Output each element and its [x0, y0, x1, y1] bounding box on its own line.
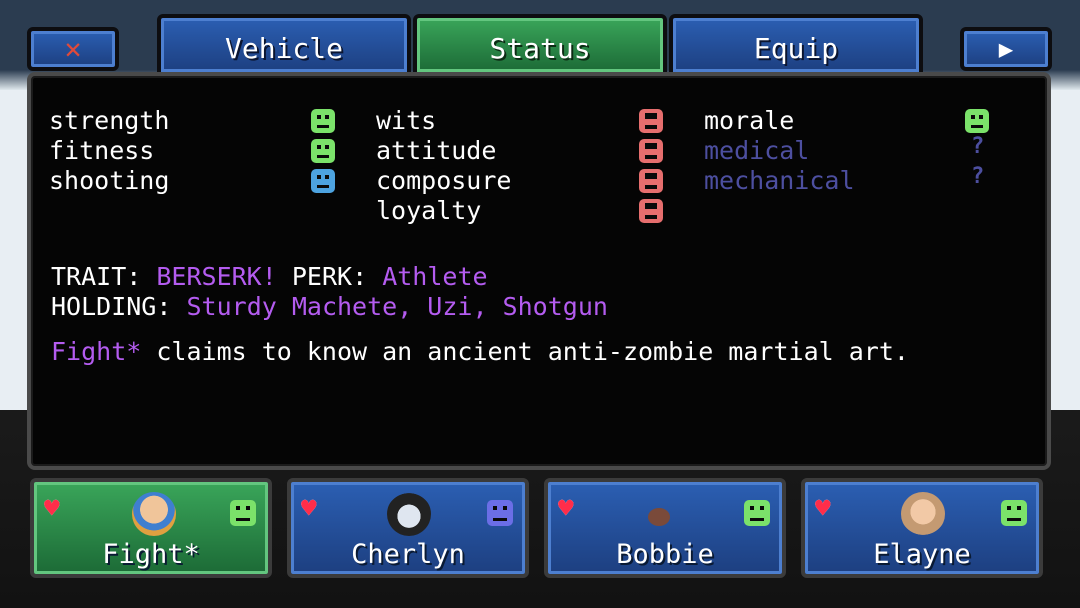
sad-face-icon: [639, 199, 663, 223]
bio-line: Fight* claims to know an ancient anti-zo…: [51, 337, 909, 366]
stat-attitude: attitude: [376, 136, 497, 165]
party-name: Elayne: [873, 539, 971, 570]
stat-column-3: morale medical mechanical: [704, 106, 855, 196]
avatar: [901, 492, 945, 536]
heart-icon: ♥: [44, 494, 60, 524]
happy-face-icon: [1001, 500, 1027, 526]
avatar: [387, 492, 431, 536]
perk-label: PERK:: [291, 262, 368, 291]
tab-vehicle[interactable]: Vehicle: [157, 14, 411, 76]
bio-name: Fight*: [51, 337, 142, 366]
happy-face-icon: [744, 500, 770, 526]
stat-column-1: strength fitness shooting: [49, 106, 169, 196]
party-name: Bobbie: [616, 539, 714, 570]
happy-face-icon: [230, 500, 256, 526]
stat-loyalty: loyalty: [376, 196, 482, 225]
trait-line: TRAIT: BERSERK! PERK: Athlete: [51, 262, 488, 291]
party-card-fight[interactable]: ♥ Fight*: [30, 478, 272, 578]
sad-face-icon: [639, 109, 663, 133]
party-card-elayne[interactable]: ♥ Elayne: [801, 478, 1043, 578]
unknown-question-icon: ?: [971, 164, 985, 189]
party-name: Fight*: [102, 539, 200, 570]
stat-strength: strength: [49, 106, 170, 135]
avatar: [132, 492, 176, 536]
trait-label: TRAIT:: [51, 262, 142, 291]
heart-icon: ♥: [301, 494, 317, 524]
trait-value: BERSERK!: [156, 262, 277, 291]
holding-line: HOLDING: Sturdy Machete, Uzi, Shotgun: [51, 292, 608, 321]
holding-value: Sturdy Machete, Uzi, Shotgun: [186, 292, 608, 321]
sad-face-icon: [639, 139, 663, 163]
avatar: [648, 508, 670, 526]
heart-icon: ♥: [815, 494, 831, 524]
tab-status[interactable]: Status: [413, 14, 667, 76]
sad-face-icon: [639, 169, 663, 193]
holding-label: HOLDING:: [51, 292, 172, 321]
happy-face-icon: [965, 109, 989, 133]
unknown-question-icon: ?: [971, 134, 985, 159]
bio-text: claims to know an ancient anti-zombie ma…: [141, 337, 909, 366]
happy-face-icon: [311, 109, 335, 133]
party-card-bobbie[interactable]: ♥ Bobbie: [544, 478, 786, 578]
happy-face-icon: [311, 139, 335, 163]
stat-wits: wits: [376, 106, 437, 135]
stat-composure: composure: [376, 166, 512, 195]
play-arrow-icon: ▶: [998, 35, 1014, 63]
stat-mechanical: mechanical: [704, 166, 855, 195]
neutral-face-icon: [311, 169, 335, 193]
close-icon: ✕: [64, 32, 82, 65]
party-name: Cherlyn: [351, 539, 465, 570]
stat-shooting: shooting: [49, 166, 170, 195]
stat-fitness: fitness: [49, 136, 155, 165]
party-card-cherlyn[interactable]: ♥ Cherlyn: [287, 478, 529, 578]
next-button[interactable]: ▶: [960, 27, 1052, 71]
perk-value: Athlete: [382, 262, 488, 291]
heart-icon: ♥: [558, 494, 574, 524]
status-panel: strength fitness shooting wits attitude …: [27, 72, 1051, 470]
stat-morale: morale: [704, 106, 795, 135]
stat-column-2: wits attitude composure loyalty: [376, 106, 511, 226]
close-button[interactable]: ✕: [27, 27, 119, 71]
stat-medical: medical: [704, 136, 810, 165]
neutral-face-icon: [487, 500, 513, 526]
tab-equip[interactable]: Equip: [669, 14, 923, 76]
